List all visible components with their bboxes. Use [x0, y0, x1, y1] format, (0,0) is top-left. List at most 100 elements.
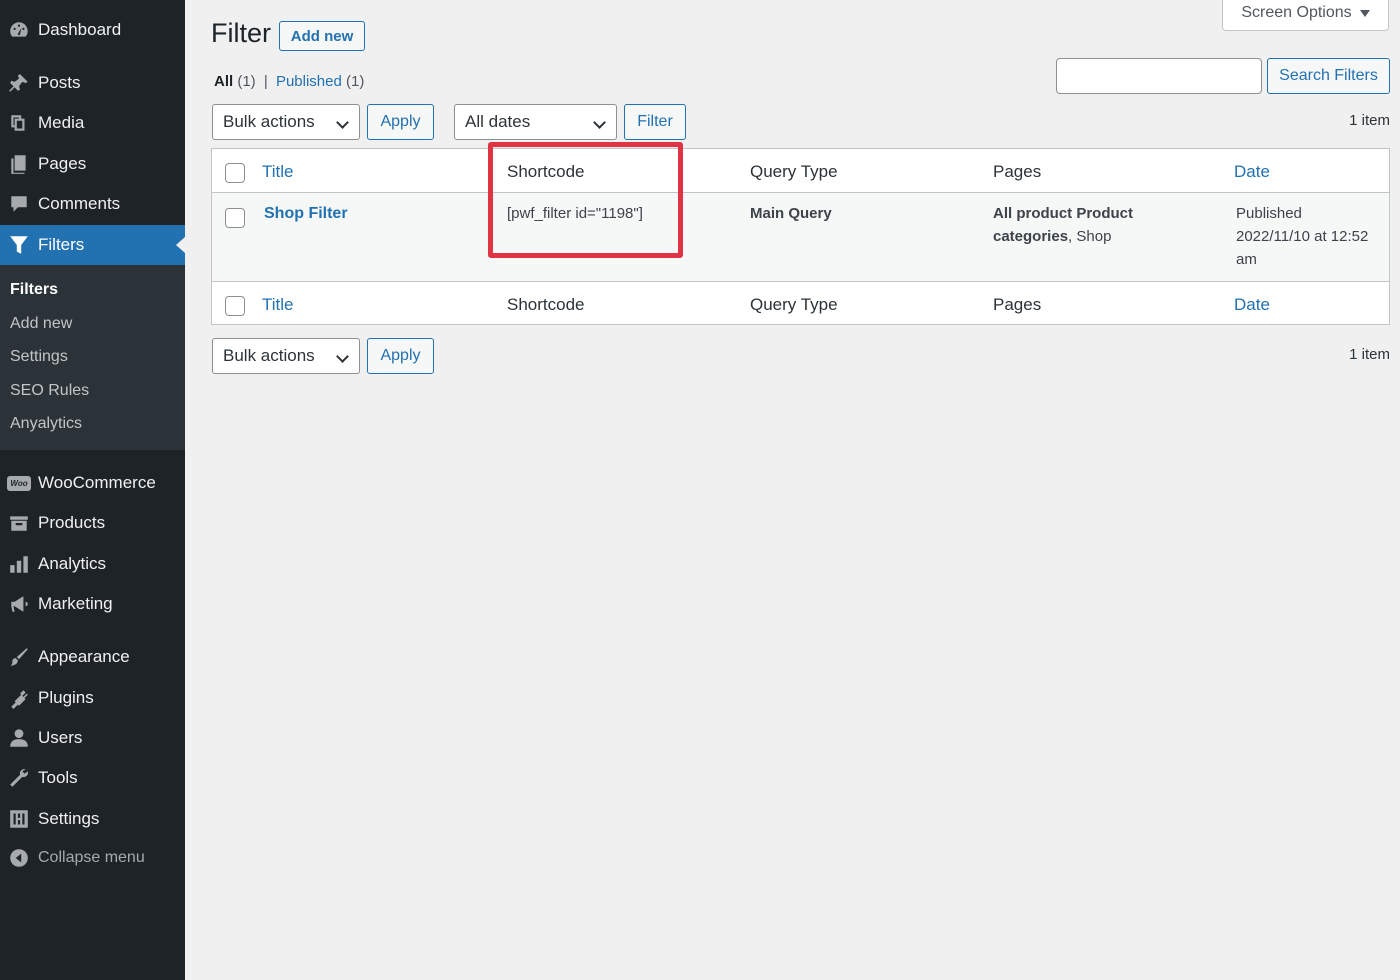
sidebar-item-appearance[interactable]: Appearance: [0, 639, 185, 675]
filters-table: Title Shortcode Query Type Pages Date Sh…: [211, 148, 1390, 325]
table-row: Shop Filter [pwf_filter id="1198"] Main …: [212, 193, 1389, 281]
filter-icon: [0, 234, 38, 256]
search-filters-button[interactable]: Search Filters: [1267, 58, 1390, 94]
items-count-bottom: 1 item: [1349, 346, 1390, 363]
row-date: Published 2022/11/10 at 12:52 am: [1236, 202, 1386, 271]
page-title: Filter: [211, 18, 271, 48]
dates-select[interactable]: All dates: [454, 104, 617, 140]
pin-icon: [0, 72, 38, 94]
view-published-count: (1): [346, 73, 365, 90]
sidebar-item-label: Filters: [38, 235, 85, 254]
sidebar-item-woocommerce[interactable]: Woo WooCommerce: [0, 465, 185, 501]
row-checkbox[interactable]: [225, 208, 245, 228]
sidebar-item-tools[interactable]: Tools: [0, 760, 185, 796]
sidebar-item-label: Comments: [38, 194, 121, 213]
sidebar-item-label: Dashboard: [38, 20, 122, 39]
submenu-item-settings[interactable]: Settings: [10, 348, 68, 366]
sidebar-item-label: Posts: [38, 73, 81, 92]
collapse-menu-button[interactable]: Collapse menu: [0, 840, 185, 876]
column-date[interactable]: Date: [1234, 162, 1270, 182]
add-new-button[interactable]: Add new: [279, 21, 365, 51]
row-date-value: 2022/11/10 at 12:52 am: [1236, 228, 1369, 268]
row-title-link[interactable]: Shop Filter: [264, 202, 348, 225]
dates-value: All dates: [465, 112, 531, 131]
row-date-status: Published: [1236, 205, 1302, 222]
chevron-down-icon: [593, 116, 606, 129]
sidebar-item-label: Marketing: [38, 594, 113, 613]
plug-icon: [0, 687, 38, 709]
submenu-item-add-new[interactable]: Add new: [10, 315, 72, 333]
apply-button-bottom[interactable]: Apply: [367, 338, 434, 374]
sidebar-item-filters[interactable]: Filters: [0, 225, 185, 265]
sidebar-item-comments[interactable]: Comments: [0, 186, 185, 222]
view-all-link[interactable]: All: [214, 73, 233, 90]
comment-icon: [0, 193, 38, 215]
sidebar-item-label: Plugins: [38, 688, 94, 707]
filters-submenu: Filters Add new Settings SEO Rules Anyal…: [0, 265, 185, 450]
bulk-actions-select-bottom[interactable]: Bulk actions: [212, 338, 360, 374]
chevron-down-icon: [336, 350, 349, 363]
row-pages-primary: All product Product categories: [993, 205, 1133, 245]
submenu-item-filters[interactable]: Filters: [10, 281, 58, 299]
select-all-checkbox-footer[interactable]: [225, 296, 245, 316]
submenu-item-seo-rules[interactable]: SEO Rules: [10, 382, 89, 400]
column-date[interactable]: Date: [1234, 295, 1270, 315]
sidebar-item-products[interactable]: Products: [0, 505, 185, 541]
woo-icon: Woo: [0, 475, 38, 491]
screen-options-label: Screen Options: [1241, 4, 1352, 21]
sidebar-item-label: Products: [38, 513, 106, 532]
sidebar-item-analytics[interactable]: Analytics: [0, 546, 185, 582]
table-header: Title Shortcode Query Type Pages Date: [212, 149, 1389, 193]
row-query-type: Main Query: [750, 205, 832, 222]
sidebar-item-posts[interactable]: Posts: [0, 65, 185, 101]
select-all-checkbox[interactable]: [225, 163, 245, 183]
row-pages-secondary: Shop: [1076, 228, 1112, 245]
screen-options-button[interactable]: Screen Options: [1222, 0, 1389, 31]
sidebar-item-dashboard[interactable]: Dashboard: [0, 12, 185, 48]
settings-icon: [0, 808, 38, 830]
filter-button[interactable]: Filter: [624, 104, 686, 140]
apply-button-top[interactable]: Apply: [367, 104, 434, 140]
view-all-count: (1): [237, 73, 256, 90]
sidebar-item-label: Pages: [38, 154, 87, 173]
view-published-link[interactable]: Published: [276, 73, 342, 90]
column-shortcode: Shortcode: [507, 295, 585, 314]
table-footer: Title Shortcode Query Type Pages Date: [212, 281, 1389, 325]
bulk-actions-select-top[interactable]: Bulk actions: [212, 104, 360, 140]
sidebar-item-label: Media: [38, 113, 85, 132]
sidebar-item-settings[interactable]: Settings: [0, 801, 185, 837]
column-pages: Pages: [993, 162, 1042, 181]
column-title[interactable]: Title: [262, 295, 294, 315]
wrench-icon: [0, 767, 38, 789]
search-input[interactable]: [1056, 58, 1262, 94]
view-separator: |: [263, 73, 268, 90]
view-filter-links: All (1) | Published (1): [214, 73, 364, 90]
admin-sidebar: Dashboard Posts Media Pages Comments Fil…: [0, 0, 185, 980]
column-pages: Pages: [993, 295, 1042, 314]
woo-badge: Woo: [7, 475, 31, 491]
sidebar-item-label: Analytics: [38, 554, 107, 573]
sidebar-item-marketing[interactable]: Marketing: [0, 586, 185, 622]
shortcode-highlight-box: [488, 142, 683, 258]
column-query-type: Query Type: [750, 162, 838, 181]
sidebar-item-label: Settings: [38, 809, 100, 828]
sidebar-item-pages[interactable]: Pages: [0, 146, 185, 182]
sidebar-item-plugins[interactable]: Plugins: [0, 680, 185, 716]
caret-down-icon: [1359, 9, 1370, 17]
submenu-item-analytics[interactable]: Anyalytics: [10, 415, 82, 433]
bulk-actions-value: Bulk actions: [223, 346, 315, 365]
items-count-top: 1 item: [1349, 112, 1390, 129]
sidebar-item-label: Appearance: [38, 647, 130, 666]
bulk-actions-value: Bulk actions: [223, 112, 315, 131]
media-icon: [0, 112, 38, 134]
brush-icon: [0, 646, 38, 668]
sidebar-item-label: WooCommerce: [38, 473, 156, 492]
sidebar-item-media[interactable]: Media: [0, 105, 185, 141]
chevron-down-icon: [336, 116, 349, 129]
pages-icon: [0, 153, 38, 175]
sidebar-item-users[interactable]: Users: [0, 720, 185, 756]
sidebar-item-label: Users: [38, 728, 83, 747]
sidebar-item-label: Tools: [38, 768, 78, 787]
column-title[interactable]: Title: [262, 162, 294, 182]
dashboard-icon: [0, 19, 38, 41]
